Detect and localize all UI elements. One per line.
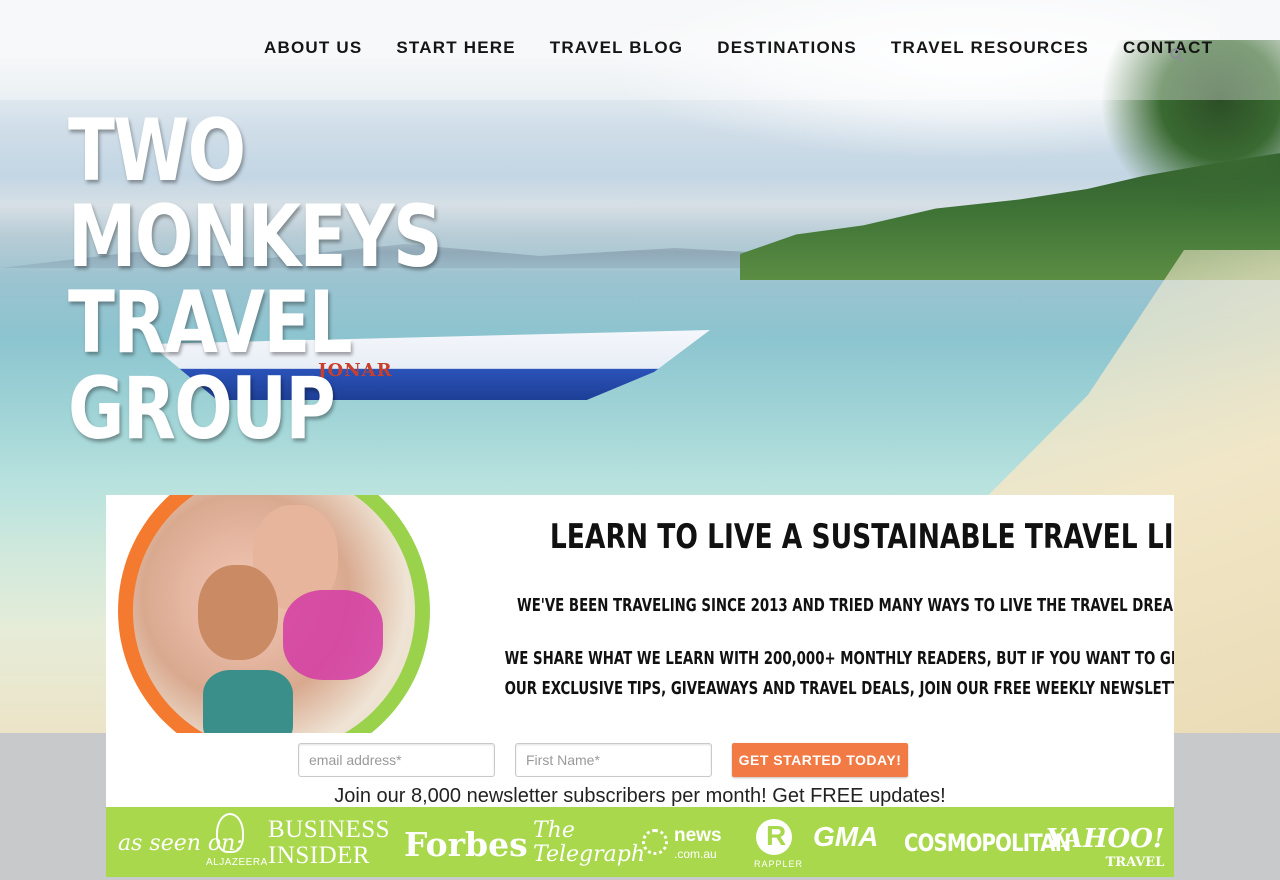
logo-line-group: GROUP: [68, 359, 336, 459]
rappler-logo-text: RAPPLER: [754, 859, 804, 869]
banner-title: LEARN TO LIVE A SUSTAINABLE TRAVEL LIFES…: [549, 517, 1174, 557]
news-line-2: .com.au: [674, 847, 717, 861]
nav-item-about-us[interactable]: ABOUT US: [247, 38, 379, 58]
aljazeera-logo-text: ALJAZEERA: [206, 857, 268, 868]
rappler-logo-mark: R: [766, 820, 787, 851]
newsletter-banner: LEARN TO LIVE A SUSTAINABLE TRAVEL LIFES…: [106, 495, 1174, 733]
logo-line-travel: TRAVEL: [68, 273, 353, 373]
photo-person-woman: [198, 565, 278, 660]
nav-menu: ABOUT US START HERE TRAVEL BLOG DESTINAT…: [247, 38, 1230, 58]
logo-line-two: TWO: [68, 101, 246, 201]
couple-photo: [133, 495, 415, 733]
logo-line-monkeys: MONKEYS: [68, 187, 443, 287]
business-insider-line-1: BUSINESS: [268, 816, 391, 843]
business-insider-logo: BUSINESS INSIDER: [268, 817, 390, 869]
banner-text-line-2: WE SHARE WHAT WE LEARN WITH 200,000+ MON…: [504, 648, 1174, 669]
signup-form: GET STARTED TODAY! Join our 8,000 newsle…: [106, 733, 1174, 807]
email-field[interactable]: [298, 743, 495, 777]
nav-item-destinations[interactable]: DESTINATIONS: [700, 38, 874, 58]
gma-logo: GMA: [813, 821, 879, 852]
nav-item-start-here[interactable]: START HERE: [379, 38, 532, 58]
aljazeera-logo-icon: [216, 813, 244, 853]
search-icon[interactable]: [1169, 47, 1185, 63]
signup-tagline: Join our 8,000 newsletter subscribers pe…: [334, 785, 946, 807]
telegraph-line-1: The: [533, 818, 575, 843]
news-logo-icon: [642, 829, 668, 855]
photo-color-splash: [283, 590, 383, 680]
yahoo-travel-logo: YAHOO! TRAVEL: [1046, 824, 1165, 875]
yahoo-line-2: TRAVEL: [1105, 855, 1165, 870]
get-started-button[interactable]: GET STARTED TODAY!: [732, 743, 908, 777]
first-name-field[interactable]: [515, 743, 712, 777]
forbes-logo: Forbes: [404, 825, 528, 864]
news-line-1: news: [674, 825, 722, 846]
business-insider-line-2: INSIDER: [268, 842, 371, 869]
telegraph-logo: The Telegraph: [533, 819, 645, 867]
telegraph-line-2: Telegraph: [533, 842, 646, 867]
site-logo[interactable]: TWO MONKEYS TRAVEL GROUP: [68, 101, 443, 459]
banner-text-line-1: WE'VE BEEN TRAVELING SINCE 2013 AND TRIE…: [517, 595, 1174, 616]
photo-shirt: [203, 670, 293, 733]
banner-text-line-3: OUR EXCLUSIVE TIPS, GIVEAWAYS AND TRAVEL…: [504, 678, 1174, 699]
nav-item-travel-blog[interactable]: TRAVEL BLOG: [533, 38, 700, 58]
yahoo-line-1: YAHOO!: [1046, 824, 1165, 854]
news-logo: news .com.au: [674, 825, 722, 863]
nav-item-travel-resources[interactable]: TRAVEL RESOURCES: [874, 38, 1106, 58]
as-seen-on-strip: as seen on: ALJAZEERA BUSINESS INSIDER F…: [106, 807, 1174, 877]
main-nav: ABOUT US START HERE TRAVEL BLOG DESTINAT…: [0, 0, 1280, 100]
